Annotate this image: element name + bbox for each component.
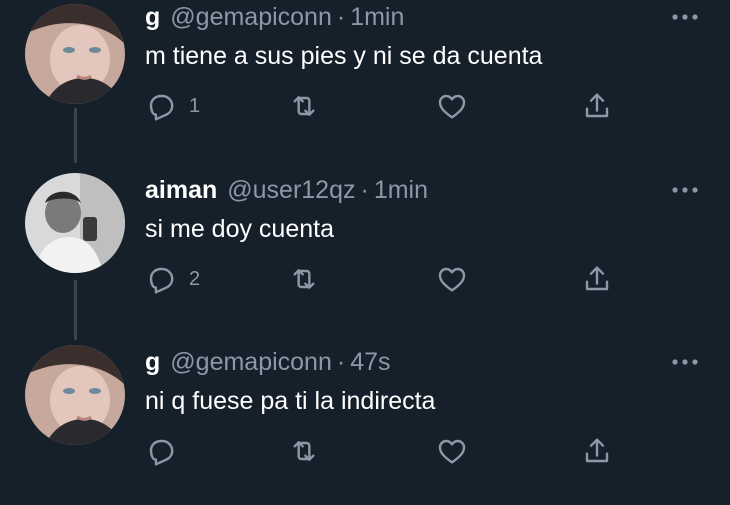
reply-icon xyxy=(145,435,177,467)
separator: · xyxy=(360,176,369,204)
like-button[interactable] xyxy=(436,431,468,471)
like-icon xyxy=(436,435,468,467)
reply-button[interactable]: 2 xyxy=(145,259,200,299)
action-bar: 1 xyxy=(145,86,625,126)
more-icon[interactable] xyxy=(668,179,702,201)
action-bar: 2 xyxy=(145,259,625,299)
user-handle[interactable]: @gemapiconn xyxy=(170,345,332,379)
reply-button[interactable]: 1 xyxy=(145,86,200,126)
avatar[interactable] xyxy=(25,173,125,273)
tweet-text: ni q fuese pa ti la indirecta xyxy=(145,387,436,415)
user-handle[interactable]: @gemapiconn xyxy=(170,0,332,34)
share-button[interactable] xyxy=(581,431,613,471)
timestamp[interactable]: 1min xyxy=(374,173,428,207)
timestamp[interactable]: 1min xyxy=(350,0,404,34)
separator: · xyxy=(336,348,346,376)
tweet-header: g @gemapiconn · 1min xyxy=(145,0,404,34)
reply-icon xyxy=(145,90,177,122)
retweet-button[interactable] xyxy=(288,86,320,126)
like-icon xyxy=(436,90,468,122)
avatar[interactable] xyxy=(25,4,125,104)
tweet-header: aiman @user12qz · 1min xyxy=(145,173,428,207)
reply-icon xyxy=(145,263,177,295)
reply-count: 2 xyxy=(189,267,201,290)
share-button[interactable] xyxy=(581,86,613,126)
share-icon xyxy=(581,90,613,122)
like-button[interactable] xyxy=(436,259,468,299)
more-icon[interactable] xyxy=(668,6,702,28)
retweet-button[interactable] xyxy=(288,431,320,471)
more-icon[interactable] xyxy=(668,351,702,373)
display-name[interactable]: g xyxy=(145,345,160,379)
display-name[interactable]: g xyxy=(145,0,160,34)
retweet-icon xyxy=(288,263,320,295)
reply-count: 1 xyxy=(189,94,201,117)
tweet[interactable]: aiman @user12qz · 1min si me doy cuenta … xyxy=(0,173,730,333)
share-icon xyxy=(581,263,613,295)
separator: · xyxy=(336,3,346,31)
tweet[interactable]: g @gemapiconn · 47s ni q fuese pa ti la … xyxy=(0,345,730,505)
display-name[interactable]: aiman xyxy=(145,173,217,207)
timestamp[interactable]: 47s xyxy=(350,345,390,379)
share-icon xyxy=(581,435,613,467)
tweet-text: si me doy cuenta xyxy=(145,215,334,243)
retweet-icon xyxy=(288,435,320,467)
tweet-header: g @gemapiconn · 47s xyxy=(145,345,391,379)
action-bar xyxy=(145,431,625,471)
avatar[interactable] xyxy=(25,345,125,445)
like-icon xyxy=(436,263,468,295)
retweet-icon xyxy=(288,90,320,122)
share-button[interactable] xyxy=(581,259,613,299)
tweet[interactable]: g @gemapiconn · 1min m tiene a sus pies … xyxy=(0,0,730,160)
reply-button[interactable] xyxy=(145,431,189,471)
retweet-button[interactable] xyxy=(288,259,320,299)
like-button[interactable] xyxy=(436,86,468,126)
user-handle[interactable]: @user12qz xyxy=(227,173,355,207)
tweet-text: m tiene a sus pies y ni se da cuenta xyxy=(145,42,543,70)
